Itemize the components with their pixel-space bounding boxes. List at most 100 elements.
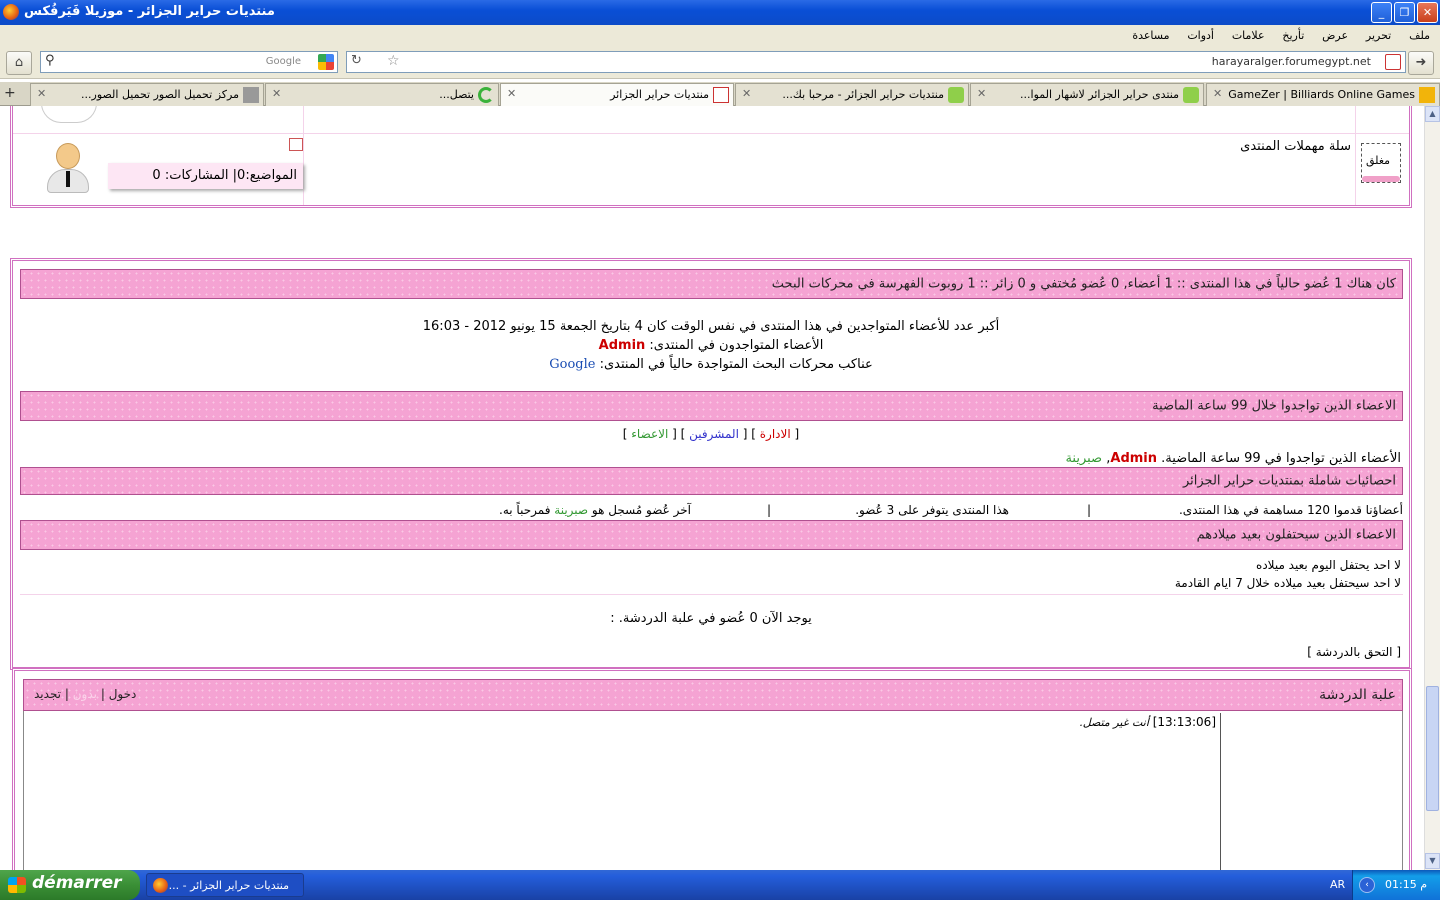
chat-count: يوجد الآن 0 عُضو في علبة الدردشة. : (610, 611, 812, 626)
menu-file[interactable]: ملف (1409, 25, 1430, 47)
menu-view[interactable]: عرض (1322, 25, 1348, 47)
tab-close-icon[interactable]: ✕ (507, 87, 516, 100)
group-legend: [ الادارة ] [ المشرفين ] [ الاعضاء ] (622, 427, 800, 441)
online-user-link[interactable]: Admin (599, 338, 646, 353)
forum-name-link[interactable]: سلة مهملات المنتدى (1240, 139, 1351, 154)
menu-bookmarks[interactable]: علامات (1232, 25, 1265, 47)
chat-time: [13:13:06] (1152, 715, 1216, 729)
bots-line: عناكب محركات البحث المتواجدة حالياً في ا… (549, 357, 873, 372)
tab-forum-welcome[interactable]: منتديات حراير الجزائر - مرحبا بك... ✕ (735, 83, 969, 106)
chat-messages-area: [13:13:06] أنت غير متصل. (23, 711, 1403, 870)
reload-icon[interactable]: ↻ (351, 53, 362, 68)
chat-login-link[interactable]: دخول (109, 687, 137, 701)
clock: م 01:15 (1385, 878, 1428, 891)
forum-stats: المواضيع:0| المشاركات: 0 (152, 168, 297, 183)
newest-user-link[interactable]: صبرينة (554, 503, 588, 517)
firefox-icon (153, 878, 168, 893)
google-bot-label: Google (549, 357, 596, 372)
menu-edit[interactable]: تحرير (1366, 25, 1391, 47)
search-placeholder: Google (265, 56, 301, 67)
page-content: المواضيع:0| المشاركات: 0 مغلق سلة مهملات… (0, 106, 1424, 870)
who-online-body: أكبر عدد للأعضاء المتواجدين في هذا المنت… (13, 317, 1409, 374)
user-admin-link[interactable]: Admin (1110, 451, 1157, 466)
stats-header: احصائيات شاملة بمنتديات حراير الجزائر (20, 467, 1403, 495)
last-99-line: الأعضاء الذين تواجدوا في 99 ساعة الماضية… (1065, 451, 1401, 466)
avatar[interactable] (41, 135, 95, 197)
tab-forum-active[interactable]: منتديات حراير الجزائر ✕ (500, 83, 734, 107)
chat-hidden-link[interactable]: بدون (73, 687, 97, 701)
minimize-button[interactable]: _ (1371, 2, 1392, 23)
chatbox-actions: دخول | بدون | تجديد (34, 687, 137, 701)
tray-arrow-icon[interactable]: ‹ (1359, 877, 1375, 893)
legend-admin-link[interactable]: الادارة (760, 427, 791, 441)
stats-divider: | (766, 503, 771, 517)
firefox-icon (3, 4, 19, 20)
chat-message-text: أنت غير متصل. (1079, 716, 1149, 729)
language-indicator[interactable]: AR (1330, 878, 1345, 891)
new-tab-icon[interactable]: + (4, 85, 16, 101)
scroll-thumb[interactable] (1426, 686, 1439, 811)
legend-members-link[interactable]: الاعضاء (631, 427, 668, 441)
last-99-header: الاعضاء الذين تواجدوا خلال 99 ساعة الماض… (20, 391, 1403, 421)
tab-forum-ads[interactable]: منتدى حراير الجزائر لاشهار الموا... ✕ (970, 83, 1204, 106)
tab-close-icon[interactable]: ✕ (272, 87, 281, 100)
tab-bar: + GameZer | Billiards Online Games ✕ منت… (0, 82, 1440, 107)
upload-site-icon (243, 87, 259, 103)
search-input[interactable]: ⚲ Google (40, 51, 338, 73)
calendar-icon (289, 138, 303, 151)
tab-close-icon[interactable]: ✕ (37, 87, 46, 100)
tab-connecting[interactable]: يتصل... ✕ (265, 83, 499, 106)
join-chat-link[interactable]: [ التحق بالدردشة ] (1307, 645, 1401, 659)
close-button[interactable]: ✕ (1417, 2, 1438, 23)
stats-divider: | (1086, 503, 1091, 517)
google-engine-icon[interactable] (318, 54, 334, 70)
online-members-line: الأعضاء المتواجدون في المنتدى: Admin (598, 338, 824, 353)
user-sabrina-link[interactable]: صبرينة (1065, 451, 1102, 466)
loading-spinner-icon (478, 87, 494, 103)
menu-history[interactable]: تأريخ (1282, 25, 1304, 47)
birthdays-week: لا احد سيحتفل بعيد ميلاده خلال 7 ايام ال… (1174, 576, 1401, 590)
forum-favicon-icon (713, 87, 729, 103)
chatbox-header: علبة الدردشة دخول | بدون | تجديد (23, 679, 1403, 711)
forum-list-frame: المواضيع:0| المشاركات: 0 مغلق سلة مهملات… (10, 106, 1412, 208)
chatbox-title: علبة الدردشة (1319, 687, 1396, 703)
chat-bubble-icon (948, 87, 964, 103)
tab-close-icon[interactable]: ✕ (977, 87, 986, 100)
back-button[interactable]: ➜ (1408, 51, 1434, 75)
stats-newest: آخر عُضو مُسجل هو صبرينة فمرحباً به. (499, 503, 691, 517)
tab-close-icon[interactable]: ✕ (1213, 87, 1222, 100)
tab-gamezer[interactable]: GameZer | Billiards Online Games ✕ (1206, 83, 1440, 106)
who-online-header: كان هناك 1 عُضو حالياً في هذا المنتدى ::… (20, 269, 1403, 299)
window-title: منتديات حراير الجزائر - موزيلا فَيَرفُكس (24, 4, 275, 19)
record-text: أكبر عدد للأعضاء المتواجدين في هذا المنت… (422, 319, 1000, 334)
gamezer-icon (1419, 87, 1435, 103)
forum-stats-box: المواضيع:0| المشاركات: 0 (108, 163, 303, 189)
bookmark-star-icon[interactable]: ☆ (387, 53, 400, 69)
restore-button[interactable]: ❐ (1394, 2, 1415, 23)
menu-bar: ملف تحرير عرض تأريخ علامات أدوات مساعدة (0, 25, 1440, 47)
chat-userlist-divider (1220, 713, 1221, 870)
chatbox-frame: علبة الدردشة دخول | بدون | تجديد [13:13:… (12, 668, 1412, 870)
locked-forum-icon: مغلق (1361, 143, 1401, 183)
home-button[interactable]: ⌂ (6, 51, 32, 75)
windows-logo-icon (8, 877, 26, 893)
menu-help[interactable]: مساعدة (1132, 25, 1169, 47)
scroll-down-icon[interactable]: ▼ (1425, 853, 1440, 869)
address-bar[interactable]: ↻ ☆ harayaralger.forumegypt.net (346, 51, 1406, 73)
tab-image-upload[interactable]: مركز تحميل الصور تحميل الصور... ✕ (30, 83, 264, 106)
scroll-up-icon[interactable]: ▲ (1425, 106, 1440, 122)
tab-close-icon[interactable]: ✕ (742, 87, 751, 100)
url-text[interactable]: harayaralger.forumegypt.net (1212, 55, 1371, 68)
who-online-frame: كان هناك 1 عُضو حالياً في هذا المنتدى ::… (10, 258, 1412, 670)
taskbar-firefox-item[interactable]: منتديات حراير الجزائر - ... (146, 873, 304, 897)
taskbar: démarrer منتديات حراير الجزائر - ... AR … (0, 870, 1440, 900)
start-button[interactable]: démarrer (0, 870, 140, 900)
menu-tools[interactable]: أدوات (1187, 25, 1214, 47)
legend-mods-link[interactable]: المشرفين (689, 427, 739, 441)
title-bar: منتديات حراير الجزائر - موزيلا فَيَرفُكس… (0, 0, 1440, 25)
chat-refresh-link[interactable]: تجديد (34, 687, 61, 701)
search-icon[interactable]: ⚲ (45, 53, 55, 68)
stats-posts: أعضاؤنا قدموا 120 مساهمة في هذا المنتدى. (1178, 503, 1403, 517)
page-scrollbar[interactable]: ▲ ▼ (1424, 106, 1440, 870)
birthdays-body: لا احد يحتفل اليوم بعيد ميلاده لا احد سي… (1175, 556, 1401, 592)
